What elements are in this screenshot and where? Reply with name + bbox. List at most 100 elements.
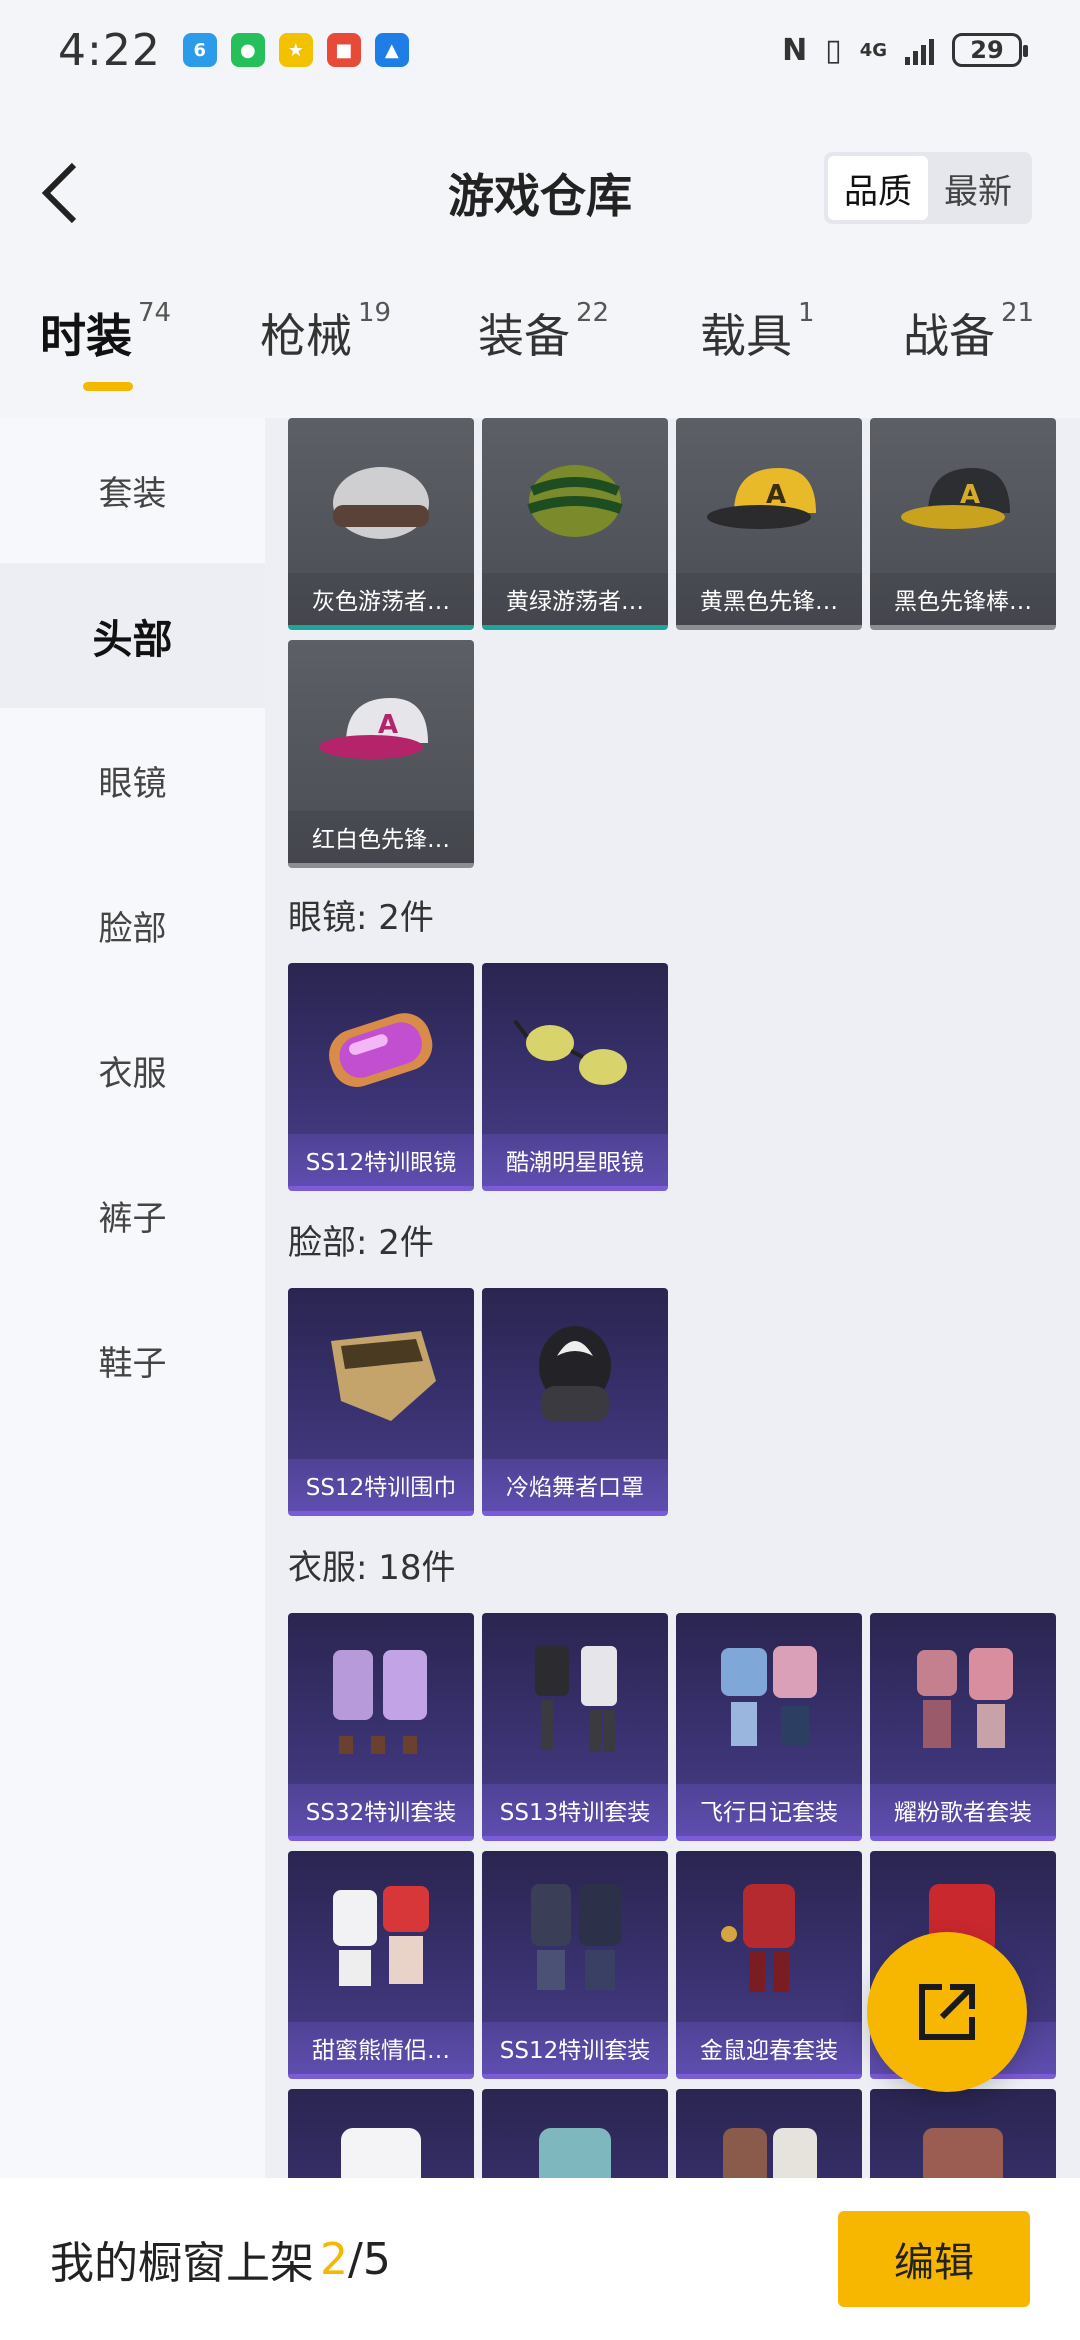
- item-card[interactable]: 耀粉歌者套装: [870, 1613, 1056, 1841]
- outfit-image: [288, 1851, 474, 2027]
- tab-count: 1: [798, 298, 815, 328]
- battery-level: 29: [970, 36, 1004, 64]
- item-card[interactable]: [676, 2089, 862, 2178]
- app-notification-icon: ★: [278, 33, 313, 67]
- tab-label: 枪械: [260, 309, 352, 363]
- vibrate-icon: ▯: [825, 32, 842, 68]
- edit-button[interactable]: 编辑: [838, 2211, 1030, 2307]
- item-name: 酷潮明星眼镜: [482, 1134, 668, 1186]
- sort-quality[interactable]: 品质: [828, 156, 928, 220]
- item-card[interactable]: SS12特训套装: [482, 1851, 668, 2079]
- item-card[interactable]: [870, 2089, 1056, 2178]
- sidebar-item-glasses[interactable]: 眼镜: [0, 708, 265, 853]
- outfit-image: [482, 1613, 668, 1789]
- share-export-icon: [919, 1984, 975, 2040]
- status-time: 4:22: [58, 24, 161, 76]
- tab-label: 时装: [40, 309, 132, 363]
- outfit-image: [482, 1851, 668, 2027]
- tab-label: 载具: [700, 309, 792, 363]
- share-button[interactable]: [867, 1932, 1027, 2092]
- app-notification-icon: 6: [182, 33, 217, 67]
- outfit-image: [870, 2089, 1056, 2178]
- head-grid: 灰色游荡者… 黄绿游荡者… A 黄黑色先锋… A 黑色先锋棒… A 红白色先锋…: [288, 418, 1056, 868]
- item-card[interactable]: SS32特训套装: [288, 1613, 474, 1841]
- signal-icon: [905, 35, 934, 65]
- outfit-image: [870, 1613, 1056, 1789]
- status-bar: 4:22 6 ● ★ ■ ▲ N ▯ 4G 29: [0, 0, 1080, 100]
- category-tabs: 时装 74 枪械 19 装备 22 载具 1 战备 21: [0, 298, 1080, 410]
- glasses-grid: SS12特训眼镜 酷潮明星眼镜: [288, 963, 1056, 1191]
- outfit-image: [482, 2089, 668, 2178]
- tab-count: 74: [138, 298, 172, 328]
- item-name: 飞行日记套装: [676, 1784, 862, 1836]
- tab-vehicles[interactable]: 载具 1: [700, 298, 815, 410]
- header: 游戏仓库 品质 最新: [0, 100, 1080, 280]
- section-title-face: 脸部: 2件: [288, 1223, 434, 1263]
- item-card[interactable]: 甜蜜熊情侣…: [288, 1851, 474, 2079]
- cap-image: A: [676, 418, 862, 578]
- item-card[interactable]: A 黑色先锋棒…: [870, 418, 1056, 630]
- showcase-total: /5: [348, 2233, 391, 2285]
- sidebar-item-clothes[interactable]: 衣服: [0, 998, 265, 1143]
- tab-fashion[interactable]: 时装 74: [40, 298, 172, 410]
- item-card[interactable]: 酷潮明星眼镜: [482, 963, 668, 1191]
- outfit-image: [676, 2089, 862, 2178]
- cap-image: A: [288, 640, 474, 816]
- section-title-clothes: 衣服: 18件: [288, 1548, 456, 1588]
- item-name: 灰色游荡者…: [288, 573, 474, 625]
- item-card[interactable]: SS12特训围巾: [288, 1288, 474, 1516]
- showcase-count: 2: [320, 2233, 348, 2285]
- notification-icons: 6 ● ★ ■ ▲: [182, 33, 409, 67]
- section-title-glasses: 眼镜: 2件: [288, 898, 434, 938]
- svg-text:A: A: [766, 480, 786, 510]
- item-card[interactable]: [482, 2089, 668, 2178]
- item-card[interactable]: [288, 2089, 474, 2178]
- sidebar-item-face[interactable]: 脸部: [0, 853, 265, 998]
- item-name: SS32特训套装: [288, 1784, 474, 1836]
- tab-count: 19: [358, 298, 392, 328]
- item-card[interactable]: SS13特训套装: [482, 1613, 668, 1841]
- outfit-image: [288, 2089, 474, 2178]
- sort-latest[interactable]: 最新: [928, 156, 1028, 220]
- subcategory-sidebar: 套装 头部 眼镜 脸部 衣服 裤子 鞋子: [0, 418, 265, 2178]
- sidebar-item-shoes[interactable]: 鞋子: [0, 1288, 265, 1433]
- item-card[interactable]: SS12特训眼镜: [288, 963, 474, 1191]
- status-right: N ▯ 4G 29: [782, 32, 1028, 68]
- tab-combat-gear[interactable]: 战备 21: [903, 298, 1035, 410]
- showcase-label: 我的橱窗上架: [50, 2238, 314, 2289]
- sunglasses-image: [482, 963, 668, 1139]
- item-card[interactable]: 冷焰舞者口罩: [482, 1288, 668, 1516]
- beanie-image: [482, 418, 668, 578]
- item-name: 红白色先锋…: [288, 811, 474, 863]
- item-name: 黑色先锋棒…: [870, 573, 1056, 625]
- item-card[interactable]: 飞行日记套装: [676, 1613, 862, 1841]
- mask-image: [482, 1288, 668, 1464]
- tab-label: 战备: [903, 309, 995, 363]
- tab-active-indicator: [83, 382, 133, 391]
- item-card[interactable]: A 红白色先锋…: [288, 640, 474, 868]
- tab-count: 21: [1001, 298, 1035, 328]
- sidebar-item-pants[interactable]: 裤子: [0, 1143, 265, 1288]
- beanie-image: [288, 418, 474, 578]
- tab-guns[interactable]: 枪械 19: [260, 298, 392, 410]
- sidebar-item-suit[interactable]: 套装: [0, 418, 265, 563]
- svg-text:A: A: [378, 710, 398, 740]
- item-list: 灰色游荡者… 黄绿游荡者… A 黄黑色先锋… A 黑色先锋棒… A 红白色先锋……: [265, 418, 1080, 2178]
- item-name: SS13特训套装: [482, 1784, 668, 1836]
- item-name: 甜蜜熊情侣…: [288, 2022, 474, 2074]
- item-name: 黄黑色先锋…: [676, 573, 862, 625]
- clothes-grid: SS32特训套装 SS13特训套装 飞行日记套装 耀粉歌者套装 甜蜜熊情侣… S…: [288, 1613, 1056, 2178]
- outfit-image: [288, 1613, 474, 1789]
- showcase-bar: 我的橱窗上架 2 /5 编辑: [0, 2178, 1080, 2340]
- wechat-icon: ●: [230, 33, 265, 67]
- item-card[interactable]: 黄绿游荡者…: [482, 418, 668, 630]
- item-name: SS12特训眼镜: [288, 1134, 474, 1186]
- item-card[interactable]: A 黄黑色先锋…: [676, 418, 862, 630]
- tab-equipment[interactable]: 装备 22: [478, 298, 609, 410]
- scarf-image: [288, 1288, 474, 1464]
- item-card[interactable]: 金鼠迎春套装: [676, 1851, 862, 2079]
- svg-text:A: A: [960, 480, 980, 510]
- item-card[interactable]: 灰色游荡者…: [288, 418, 474, 630]
- item-name: 冷焰舞者口罩: [482, 1459, 668, 1511]
- sidebar-item-head[interactable]: 头部: [0, 563, 265, 708]
